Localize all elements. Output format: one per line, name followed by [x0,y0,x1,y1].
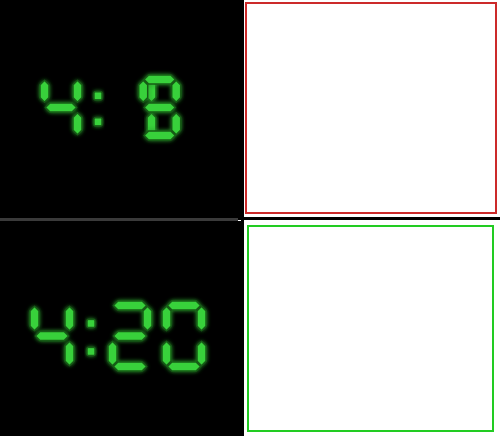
digit-4 [39,79,83,136]
seven-segment-time-419 [39,74,182,141]
digit-0 [161,300,207,372]
clock-display-420 [0,221,241,436]
divider-right [238,217,500,220]
empty-box-red [245,2,497,214]
clock-display-419 [0,0,241,218]
digit-2 [107,300,153,372]
digit-9 [137,74,182,141]
colon-separator [93,91,103,127]
empty-box-green [247,225,494,432]
digit-4 [29,305,75,367]
seven-segment-time-420 [29,300,207,372]
vertical-divider [241,0,244,436]
colon-separator [86,318,96,357]
